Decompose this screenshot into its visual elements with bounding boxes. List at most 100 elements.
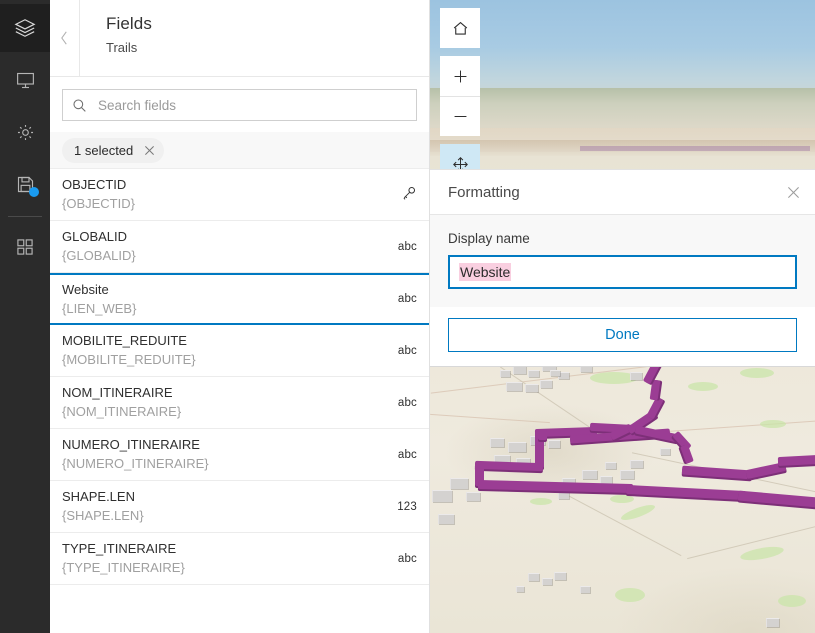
formatting-body: Display name Website [430,215,815,307]
map-building [540,380,552,388]
save-unsaved-badge [29,187,39,197]
map-building [516,586,524,592]
search-icon [72,98,92,113]
map-building [558,492,569,499]
rail-item-slides[interactable] [0,56,50,104]
map-building [438,514,454,524]
rail-item-settings[interactable] [0,108,50,156]
field-alias: {GLOBALID} [62,248,136,263]
map-building [630,372,642,380]
formatting-title: Formatting [448,183,520,201]
map-trail-line [777,454,815,467]
search-box[interactable] [62,89,417,121]
field-row[interactable]: NUMERO_ITINERAIRE {NUMERO_ITINERAIRE} abc [50,429,429,481]
map-vegetation [688,382,718,391]
field-name: GLOBALID [62,229,128,244]
field-type-label: abc [397,344,417,357]
field-name: TYPE_ITINERAIRE [62,541,177,556]
clear-selection-icon[interactable] [144,145,155,156]
formatting-header: Formatting [430,170,815,215]
close-icon [788,186,799,198]
field-alias: {NUMERO_ITINERAIRE} [62,456,209,471]
app-root: Fields Trails 1 selected [0,0,815,633]
map-building [548,440,560,448]
gear-icon [17,124,33,140]
field-row[interactable]: MOBILITE_REDUITE {MOBILITE_REDUITE} abc [50,325,429,377]
map-vegetation [610,495,634,503]
map-distant-trail [580,146,810,151]
display-name-value: Website [459,263,512,281]
formatting-close-button[interactable] [787,186,800,199]
field-row-text: TYPE_ITINERAIRE {TYPE_ITINERAIRE} [62,541,383,576]
field-list: OBJECTID {OBJECTID} GLOBALID {GLOBALID} abc W… [50,169,429,633]
layers-icon [14,19,36,37]
page-subtitle: Trails [106,40,138,55]
map-building [466,492,480,501]
map-building [528,573,539,581]
map-vegetation [530,498,552,505]
field-type-label: 123 [397,500,417,513]
rail-item-apps[interactable] [0,223,50,271]
rail-divider [8,216,42,217]
map-building [508,442,526,452]
selection-chip[interactable]: 1 selected [62,137,165,163]
presentation-icon [16,72,34,88]
search-input[interactable] [92,97,407,113]
search-container [50,77,429,132]
field-alias: {SHAPE.LEN} [62,508,144,523]
field-name: NOM_ITINERAIRE [62,385,173,400]
map-home-button[interactable] [440,8,480,48]
map-building [528,370,539,377]
map-zoom-in-button[interactable] [440,56,480,96]
map-building [620,470,634,479]
map-building [525,384,538,392]
selection-bar: 1 selected [50,132,429,169]
map-building [582,470,597,479]
field-row[interactable]: GLOBALID {GLOBALID} abc [50,221,429,273]
map-building [500,370,510,377]
field-name: MOBILITE_REDUITE [62,333,187,348]
field-alias: {TYPE_ITINERAIRE} [62,560,185,575]
left-rail [0,0,50,633]
field-row[interactable]: TYPE_ITINERAIRE {TYPE_ITINERAIRE} abc [50,533,429,585]
done-button[interactable]: Done [448,318,797,352]
field-name: NUMERO_ITINERAIRE [62,437,200,452]
rail-item-layers[interactable] [0,4,50,52]
map-vegetation [615,588,645,602]
home-icon [453,21,467,35]
panel-header-text: Fields Trails [80,0,152,76]
field-row[interactable]: Website {LIEN_WEB} abc [50,273,429,325]
field-row[interactable]: SHAPE.LEN {SHAPE.LEN} 123 [50,481,429,533]
map-building [506,382,522,391]
field-row-text: SHAPE.LEN {SHAPE.LEN} [62,489,383,524]
field-name: SHAPE.LEN [62,489,135,504]
map-building [660,448,670,455]
field-type-label: abc [397,240,417,253]
field-name: OBJECTID [62,177,127,192]
rail-item-save[interactable] [0,160,50,208]
field-row-text: NUMERO_ITINERAIRE {NUMERO_ITINERAIRE} [62,437,383,472]
map-building [542,578,552,585]
map-building [580,586,590,593]
map-building [450,478,468,489]
field-name: Website [62,281,109,297]
display-name-field[interactable]: Website [448,255,797,289]
field-row[interactable]: NOM_ITINERAIRE {NOM_ITINERAIRE} abc [50,377,429,429]
map-control-home-group [440,8,480,48]
field-type-label: abc [397,396,417,409]
field-alias: {NOM_ITINERAIRE} [62,404,182,419]
map-zoom-out-button[interactable] [440,96,480,136]
field-row-text: Website {LIEN_WEB} [62,282,383,317]
field-type-label: abc [397,448,417,461]
key-icon [383,185,417,204]
fields-panel: Fields Trails 1 selected [50,0,430,633]
map-controls [440,8,480,184]
plus-icon [454,70,466,82]
formatting-footer: Done [430,307,815,366]
back-button[interactable] [50,0,80,76]
field-alias: {LIEN_WEB} [62,300,137,316]
selection-count-label: 1 selected [74,142,134,158]
field-row[interactable]: OBJECTID {OBJECTID} [50,169,429,221]
panel-header: Fields Trails [50,0,429,77]
map-vegetation [760,420,786,428]
